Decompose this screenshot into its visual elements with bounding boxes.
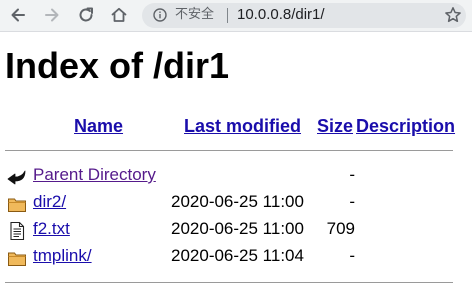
column-header-name[interactable]: Name (74, 115, 123, 137)
divider (5, 150, 453, 151)
table-row: f2.txt 2020-06-25 11:00 709 (5, 218, 465, 242)
arrow-left-icon (11, 8, 25, 22)
modified-cell: 2020-06-25 11:04 (171, 246, 304, 265)
size-cell: 709 (326, 219, 355, 238)
size-cell: - (349, 246, 355, 265)
table-row: tmplink/ 2020-06-25 11:04 - (5, 245, 465, 269)
divider (5, 282, 453, 283)
security-status-text: 不安全 (175, 7, 215, 22)
file-link[interactable]: dir2/ (33, 191, 66, 213)
file-link[interactable]: tmplink/ (33, 245, 92, 267)
address-bar[interactable]: 不安全 10.0.0.8/dir1/ (142, 3, 466, 28)
home-icon (111, 7, 127, 22)
size-cell: - (349, 192, 355, 211)
page-title: Index of /dir1 (5, 45, 230, 86)
column-header-size[interactable]: Size (317, 115, 353, 137)
parent-directory-link[interactable]: Parent Directory (33, 164, 156, 186)
file-text-icon (10, 221, 25, 241)
table-row: Parent Directory - (5, 164, 465, 188)
size-cell: - (349, 165, 355, 184)
column-header-description[interactable]: Description (356, 115, 455, 137)
forward-button[interactable] (41, 4, 63, 26)
back-icon (7, 170, 26, 185)
column-header-last-modified[interactable]: Last modified (184, 115, 301, 137)
arrow-right-icon (45, 8, 59, 22)
url-text[interactable]: 10.0.0.8/dir1/ (237, 6, 325, 24)
star-icon[interactable] (444, 6, 462, 24)
folder-icon (8, 198, 26, 212)
file-link[interactable]: f2.txt (33, 218, 70, 240)
modified-cell: 2020-06-25 11:00 (171, 192, 304, 211)
back-button[interactable] (7, 4, 29, 26)
info-icon[interactable] (153, 8, 167, 22)
reload-button[interactable] (75, 4, 97, 26)
browser-toolbar: 不安全 10.0.0.8/dir1/ (0, 0, 472, 32)
address-divider (227, 8, 228, 23)
reload-icon (79, 7, 93, 22)
modified-cell: 2020-06-25 11:00 (171, 219, 304, 238)
table-row: dir2/ 2020-06-25 11:00 - (5, 191, 465, 215)
folder-icon (8, 252, 26, 266)
home-button[interactable] (108, 4, 130, 26)
